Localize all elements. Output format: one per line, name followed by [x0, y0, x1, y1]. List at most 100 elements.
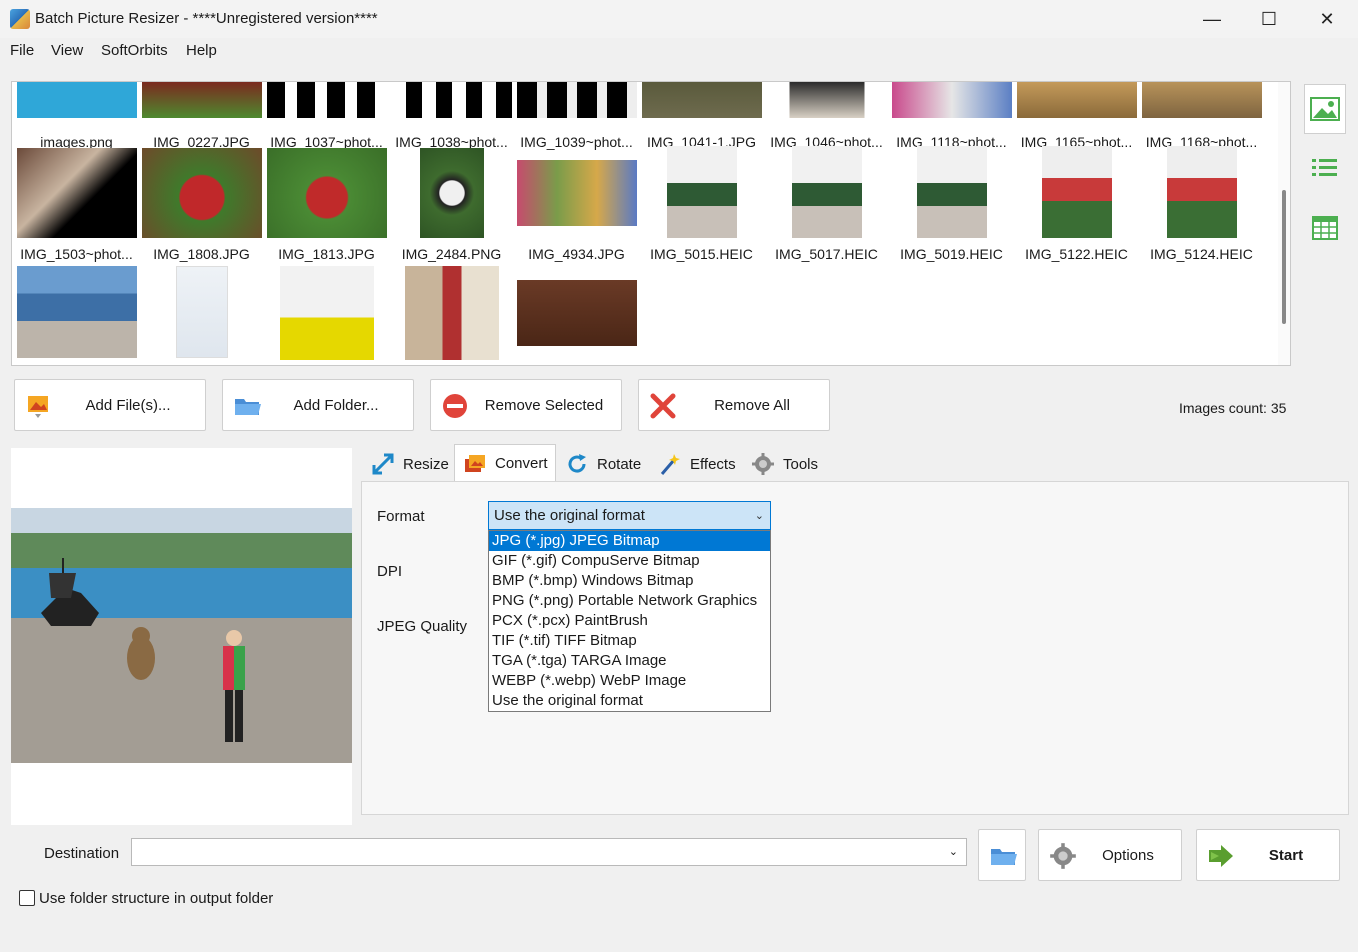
- thumbnail-item[interactable]: [389, 266, 514, 365]
- tab-resize[interactable]: Resize: [363, 447, 453, 481]
- thumbnail-item[interactable]: IMG_5015.HEIC: [639, 146, 764, 266]
- list-icon: [1312, 159, 1337, 176]
- menu-file[interactable]: File: [10, 42, 34, 59]
- tab-rotate-label: Rotate: [597, 455, 642, 473]
- tab-resize-label: Resize: [403, 455, 449, 473]
- magic-wand-icon: [660, 454, 680, 475]
- table-view-button[interactable]: [1304, 203, 1346, 253]
- close-button[interactable]: ✕: [1298, 0, 1356, 38]
- thumbnail-item[interactable]: [14, 266, 139, 365]
- browse-folder-button[interactable]: [978, 829, 1026, 881]
- thumbnail-image: [175, 266, 228, 358]
- thumbnail-item[interactable]: [139, 266, 264, 365]
- menu-view[interactable]: View: [51, 42, 83, 59]
- remove-selected-button[interactable]: Remove Selected: [430, 379, 622, 431]
- thumbnail-item[interactable]: [264, 266, 389, 365]
- list-view-button[interactable]: [1304, 143, 1346, 193]
- format-option-webp[interactable]: WEBP (*.webp) WebP Image: [489, 671, 770, 691]
- thumbnail-image: [266, 82, 387, 118]
- thumbnail-item[interactable]: IMG_1503~phot...: [14, 146, 139, 266]
- convert-icon: [465, 455, 485, 472]
- window-title: Batch Picture Resizer - ****Unregistered…: [35, 10, 378, 27]
- format-option-bmp[interactable]: BMP (*.bmp) Windows Bitmap: [489, 571, 770, 591]
- thumbnail-image: [16, 148, 137, 238]
- thumbnail-item[interactable]: [514, 266, 639, 365]
- thumbnail-item[interactable]: IMG_2484.PNG: [389, 146, 514, 266]
- destination-input[interactable]: ⌄: [131, 838, 967, 866]
- menu-help[interactable]: Help: [186, 42, 217, 59]
- title-bar: Batch Picture Resizer - ****Unregistered…: [0, 0, 1358, 38]
- thumbnail-caption: IMG_5017.HEIC: [775, 246, 878, 262]
- thumbnail-image: [1041, 146, 1112, 238]
- folder-icon: [991, 849, 1017, 865]
- thumbnail-caption: IMG_5122.HEIC: [1025, 246, 1128, 262]
- thumbnail-image: [16, 82, 137, 118]
- format-option-png[interactable]: PNG (*.png) Portable Network Graphics: [489, 591, 770, 611]
- start-button[interactable]: Start: [1196, 829, 1340, 881]
- tab-rotate[interactable]: Rotate: [557, 447, 649, 481]
- format-option-original[interactable]: Use the original format: [489, 691, 770, 711]
- scrollbar-thumb[interactable]: [1282, 190, 1286, 324]
- tab-effects-label: Effects: [690, 455, 736, 473]
- resize-icon: [372, 453, 394, 475]
- thumbnail-scrollbar[interactable]: [1278, 82, 1290, 365]
- options-button[interactable]: Options: [1038, 829, 1182, 881]
- start-label: Start: [1268, 846, 1304, 864]
- remove-all-button[interactable]: Remove All: [638, 379, 830, 431]
- format-select-value: Use the original format: [494, 507, 645, 524]
- thumbnail-image: [1166, 146, 1237, 238]
- thumbnail-item[interactable]: IMG_5122.HEIC: [1014, 146, 1139, 266]
- thumbnail-item[interactable]: IMG_1813.JPG: [264, 146, 389, 266]
- folder-structure-checkbox[interactable]: [19, 890, 35, 906]
- thumbnail-caption: IMG_2484.PNG: [401, 246, 502, 262]
- thumbnail-item[interactable]: IMG_4934.JPG: [514, 146, 639, 266]
- format-select[interactable]: Use the original format ⌄: [488, 501, 771, 530]
- jpeg-quality-label: JPEG Quality: [377, 618, 468, 635]
- table-icon: [1312, 216, 1338, 240]
- tab-convert-label: Convert: [495, 454, 548, 472]
- thumbnail-caption: IMG_5019.HEIC: [900, 246, 1003, 262]
- thumbnail-image: [666, 146, 737, 238]
- thumbnail-view-button[interactable]: [1304, 84, 1346, 134]
- format-option-tif[interactable]: TIF (*.tif) TIFF Bitmap: [489, 631, 770, 651]
- tab-tools[interactable]: Tools: [743, 447, 831, 481]
- tab-tools-label: Tools: [783, 455, 819, 473]
- destination-label: Destination: [44, 845, 120, 862]
- image-preview: [11, 448, 352, 825]
- format-dropdown[interactable]: JPG (*.jpg) JPEG Bitmap GIF (*.gif) Comp…: [488, 530, 771, 712]
- thumbnail-image: [16, 266, 137, 358]
- thumbnail-image: [516, 160, 637, 226]
- maximize-button[interactable]: ☐: [1240, 0, 1298, 38]
- thumbnail-item[interactable]: IMG_5017.HEIC: [764, 146, 889, 266]
- thumbnail-image: [1141, 82, 1262, 118]
- options-label: Options: [1102, 846, 1154, 864]
- format-option-jpg[interactable]: JPG (*.jpg) JPEG Bitmap: [489, 531, 770, 551]
- thumbnail-image: [641, 82, 762, 118]
- thumbnail-item[interactable]: IMG_5124.HEIC: [1139, 146, 1264, 266]
- thumbnail-caption: IMG_1813.JPG: [278, 246, 375, 262]
- add-files-label: Add File(s)...: [85, 396, 171, 414]
- thumbnail-caption: IMG_5124.HEIC: [1150, 246, 1253, 262]
- thumbnail-item[interactable]: IMG_5019.HEIC: [889, 146, 1014, 266]
- menu-bar: File View SoftOrbits Help: [0, 38, 1358, 64]
- images-count: Images count: 35: [1179, 400, 1287, 416]
- thumbnail-caption: IMG_1503~phot...: [20, 246, 133, 262]
- thumbnail-image: [279, 266, 374, 360]
- minimize-button[interactable]: —: [1183, 0, 1241, 38]
- add-folder-button[interactable]: Add Folder...: [222, 379, 414, 431]
- thumbnail-item[interactable]: IMG_1808.JPG: [139, 146, 264, 266]
- add-files-button[interactable]: Add File(s)...: [14, 379, 206, 431]
- gear-icon: [752, 453, 774, 475]
- thumbnail-image: [141, 148, 262, 238]
- menu-softorbits[interactable]: SoftOrbits: [101, 42, 168, 59]
- format-option-gif[interactable]: GIF (*.gif) CompuServe Bitmap: [489, 551, 770, 571]
- tab-effects[interactable]: Effects: [650, 447, 742, 481]
- thumbnail-grid[interactable]: images.png IMG_0227.JPG IMG_1037~phot...…: [11, 81, 1291, 366]
- thumbnail-image: [266, 148, 387, 238]
- format-option-tga[interactable]: TGA (*.tga) TARGA Image: [489, 651, 770, 671]
- tab-convert[interactable]: Convert: [454, 444, 556, 481]
- preview-image: [11, 508, 352, 763]
- format-option-pcx[interactable]: PCX (*.pcx) PaintBrush: [489, 611, 770, 631]
- thumbnail-image: [419, 148, 484, 238]
- thumbnail-image: [516, 82, 637, 118]
